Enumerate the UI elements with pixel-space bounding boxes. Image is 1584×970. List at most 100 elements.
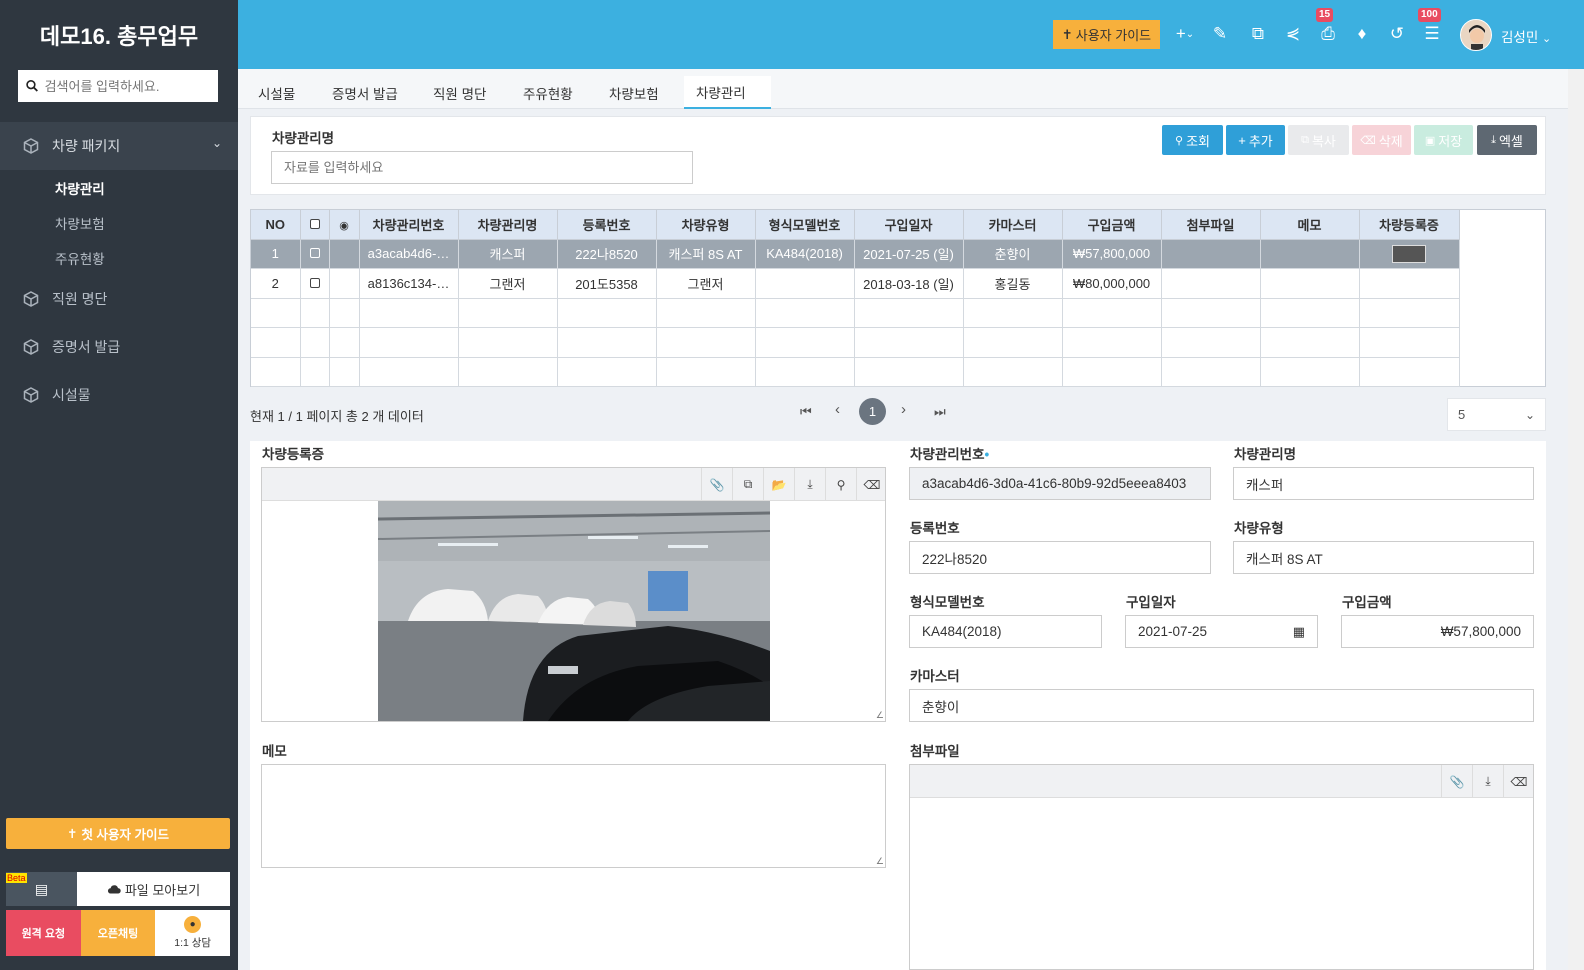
sidebar-group-vehicle[interactable]: 차량 패키지 ⌄ — [0, 122, 238, 170]
prev-page-icon[interactable]: ‹ — [835, 401, 840, 418]
purchase-date-value: 2021-07-25 — [1138, 624, 1208, 639]
sidebar-group-staff[interactable]: 직원 명단 — [0, 275, 238, 323]
copy-button[interactable]: ⧉ 복사 — [1288, 125, 1349, 155]
remote-request-button[interactable]: 원격 요청 — [6, 910, 81, 956]
zoom-in-icon[interactable]: ⚲ — [825, 468, 856, 501]
folder-open-icon[interactable]: 📂 — [763, 468, 794, 501]
col-plate[interactable]: 등록번호 — [557, 210, 657, 240]
server-list-icon[interactable]: ☰ — [1420, 22, 1444, 46]
col-vehicle-type[interactable]: 차량유형 — [656, 210, 756, 240]
resize-handle-icon[interactable]: ∠ — [876, 856, 884, 867]
next-page-icon[interactable]: › — [901, 401, 906, 418]
col-select-all[interactable] — [300, 210, 330, 240]
tab-certificate[interactable]: 증명서 발급 — [320, 76, 410, 109]
page-size-select[interactable]: 5 ⌄ — [1447, 398, 1546, 431]
checkbox-icon[interactable] — [309, 277, 320, 288]
copy-label: 복사 — [1311, 133, 1336, 149]
tab-fuel[interactable]: 주유현황 — [511, 76, 585, 109]
cell-checkbox[interactable] — [300, 268, 330, 299]
required-marker: • — [984, 447, 990, 462]
col-vehicle-name[interactable]: 차량관리명 — [458, 210, 558, 240]
col-reg-cert[interactable]: 차량등록증 — [1359, 210, 1460, 240]
cell-reg-cert[interactable] — [1359, 239, 1460, 269]
file-list-button[interactable]: Beta ▤ — [6, 872, 77, 906]
col-model[interactable]: 형식모델번호 — [755, 210, 855, 240]
edit-icon[interactable]: ✎ — [1208, 22, 1232, 46]
tab-vehicle-insurance[interactable]: 차량보험 — [597, 76, 671, 109]
sidebar-item-fuel[interactable]: 주유현황 — [0, 240, 238, 275]
thumbnail-image[interactable] — [1392, 244, 1426, 263]
tab-staff[interactable]: 직원 명단 — [421, 76, 498, 109]
excel-button[interactable]: ⤓ 엑셀 — [1477, 125, 1537, 155]
consult-button[interactable]: ● 1:1 상담 — [155, 910, 231, 956]
user-menu[interactable]: 김성민 ⌄ — [1501, 26, 1551, 46]
sidebar-item-vehicle-mgmt[interactable]: 차량관리 — [0, 170, 238, 205]
download-icon[interactable]: ⤓ — [794, 468, 825, 501]
vehicle-name-field[interactable]: 캐스퍼 — [1233, 467, 1534, 500]
model-field[interactable]: KA484(2018) — [909, 615, 1102, 648]
file-collection-button[interactable]: 파일 모아보기 — [77, 872, 230, 906]
avatar[interactable] — [1460, 19, 1492, 51]
add-button[interactable]: + 추가 — [1226, 125, 1285, 155]
inbox-icon[interactable]: ⎙ — [1316, 22, 1340, 46]
purchase-date-field[interactable]: 2021-07-25 ▦ — [1125, 615, 1318, 648]
sidebar-search[interactable] — [18, 70, 218, 102]
memo-textarea[interactable]: ∠ — [261, 764, 886, 868]
tab-facility[interactable]: 시설물 — [246, 76, 307, 109]
search-name-input[interactable] — [271, 151, 693, 184]
col-purchase-date[interactable]: 구입일자 — [854, 210, 964, 240]
cell-checkbox[interactable] — [300, 239, 330, 269]
paperclip-icon[interactable]: 📎 — [701, 468, 732, 501]
page-scrollbar[interactable] — [1568, 69, 1584, 970]
query-button[interactable]: ⚲ 조회 — [1162, 125, 1223, 155]
price-field[interactable]: ₩57,800,000 — [1341, 615, 1534, 648]
sidebar-group-facility[interactable]: 시설물 — [0, 371, 238, 419]
col-memo[interactable]: 메모 — [1260, 210, 1360, 240]
checkbox-icon[interactable] — [309, 248, 320, 259]
first-page-icon[interactable]: ⏮ — [800, 404, 812, 420]
plus-icon: + — [1238, 132, 1246, 148]
save-button[interactable]: ▣ 저장 — [1414, 125, 1473, 155]
current-page-button[interactable]: 1 — [859, 398, 886, 425]
col-no[interactable]: NO — [251, 210, 301, 240]
sidebar-group-certificate[interactable]: 증명서 발급 — [0, 323, 238, 371]
vehicle-photo[interactable] — [378, 501, 770, 721]
resize-handle-icon[interactable]: ∠ — [876, 710, 884, 721]
user-guide-button[interactable]: ✝ 사용자 가이드 — [1053, 20, 1160, 49]
open-chat-button[interactable]: 오픈채팅 — [80, 910, 156, 956]
chevron-down-icon: ⌄ — [1524, 407, 1535, 422]
tab-vehicle-mgmt[interactable]: 차량관리 — [684, 76, 771, 109]
sidebar-search-input[interactable] — [44, 78, 210, 94]
first-user-guide-button[interactable]: ✝ 첫 사용자 가이드 — [6, 818, 230, 849]
vehicle-id-field[interactable]: a3acab4d6-3d0a-41c6-80b9-92d5eeea8403 — [909, 467, 1211, 500]
bell-icon[interactable]: ♦ — [1350, 22, 1374, 46]
cell-plate: 201도5358 — [557, 268, 657, 299]
col-attachment[interactable]: 첨부파일 — [1161, 210, 1261, 240]
copy-icon[interactable]: ⧉ — [1246, 22, 1270, 46]
eraser-icon[interactable]: ⌫ — [1503, 765, 1534, 798]
last-page-icon[interactable]: ⏭ — [934, 404, 946, 420]
paperclip-icon[interactable]: 📎 — [1441, 765, 1472, 798]
calendar-icon[interactable]: ▦ — [1293, 624, 1305, 640]
download-icon[interactable]: ⤓ — [1472, 765, 1503, 798]
plate-field[interactable]: 222나8520 — [909, 541, 1211, 574]
table-row[interactable]: 1 a3acab4d6-… 캐스퍼 222나8520 캐스퍼 8S AT KA4… — [251, 239, 1460, 269]
price-label: 구입금액 — [1342, 595, 1392, 610]
delete-button[interactable]: ⌫ 삭제 — [1352, 125, 1411, 155]
table-row[interactable]: 2 a8136c134-… 그랜저 201도5358 그랜저 2018-03-1… — [251, 268, 1460, 299]
checkbox-icon[interactable] — [309, 218, 320, 229]
share-icon[interactable]: ⋞ — [1281, 22, 1305, 46]
col-price[interactable]: 구입금액 — [1062, 210, 1162, 240]
sidebar-item-vehicle-insurance[interactable]: 차량보험 — [0, 205, 238, 240]
history-icon[interactable]: ↺ — [1385, 22, 1409, 46]
brand-title[interactable]: 데모16. 총무업무 — [0, 0, 238, 70]
eraser-icon[interactable]: ⌫ — [856, 468, 887, 501]
car-master-field[interactable]: 춘향이 — [909, 689, 1534, 722]
col-vehicle-id[interactable]: 차량관리번호 — [359, 210, 459, 240]
paste-icon[interactable]: ⧉ — [732, 468, 763, 501]
vehicle-type-field[interactable]: 캐스퍼 8S AT — [1233, 541, 1534, 574]
cube-icon — [23, 339, 39, 355]
col-car-master[interactable]: 카마스터 — [963, 210, 1063, 240]
plus-icon[interactable]: + ⌄ — [1169, 22, 1201, 46]
cell-vehicle-name: 캐스퍼 — [458, 239, 558, 269]
